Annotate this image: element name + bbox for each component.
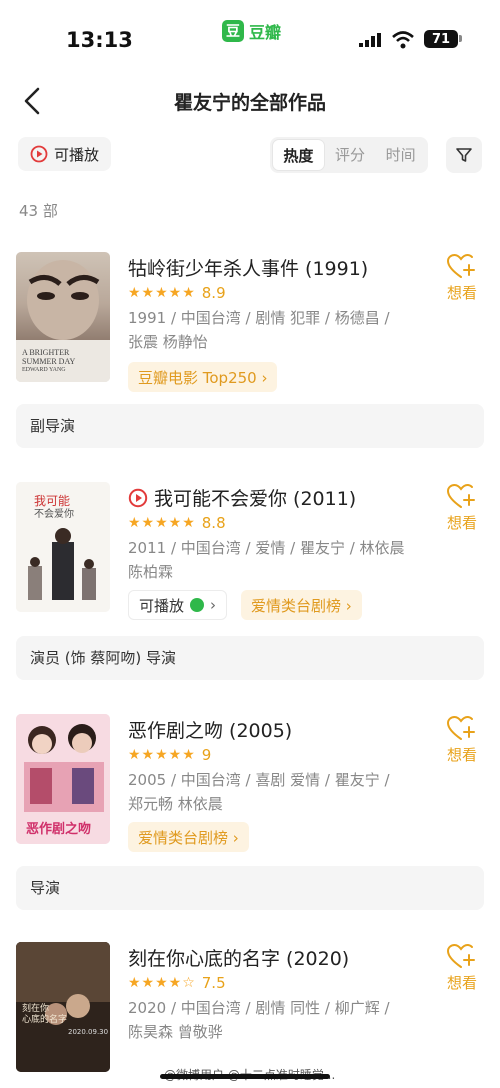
poster-caption: 刻在你: [22, 1004, 50, 1014]
rating-stars: ★★★★☆: [128, 975, 196, 991]
work-title[interactable]: 恶作剧之吻 (2005): [128, 716, 292, 743]
app-badge: 豆 豆瓣: [222, 20, 281, 42]
heart-plus-icon: [447, 944, 475, 968]
filter-button[interactable]: [446, 137, 482, 173]
drama-rank-tag[interactable]: 爱情类台剧榜 ›: [241, 590, 362, 620]
play-circle-icon: [128, 488, 148, 507]
poster-caption: 恶作剧之吻: [26, 822, 92, 837]
rating-score: 8.8: [201, 514, 226, 532]
rating-stars: ★★★★★: [128, 285, 196, 301]
signal-icon: [359, 33, 381, 47]
wish-button[interactable]: 想看: [444, 254, 480, 303]
role-bar: 演员 (饰 蔡阿吻) 导演: [16, 636, 484, 680]
role-bar: 导演: [16, 866, 484, 910]
poster-caption: 2020.09.30: [68, 1028, 109, 1036]
rating-score: 9: [201, 746, 212, 764]
wish-button[interactable]: 想看: [444, 484, 480, 533]
wish-label: 想看: [446, 974, 477, 992]
heart-plus-icon: [447, 716, 475, 740]
tag-label: 豆瓣电影 Top250 ›: [138, 368, 268, 387]
poster-image: 恶作剧之吻: [16, 714, 110, 844]
battery-icon: 71: [424, 30, 458, 48]
work-meta: 1991 / 中国台湾 / 剧情 犯罪 / 杨德昌 / 张震 杨静怡: [128, 309, 390, 351]
poster-image: 刻在你 心底的名字 2020.09.30: [16, 942, 110, 1072]
platform-badge-icon: [190, 598, 205, 612]
rating: ★★★★★ 9: [128, 746, 211, 764]
page-title: 瞿友宁的全部作品: [173, 92, 326, 114]
wifi-icon: [392, 31, 414, 49]
rating: ★★★★★ 8.8: [128, 514, 226, 532]
douban-logo-icon: 豆: [222, 20, 244, 42]
works-count: 43 部: [19, 202, 58, 220]
nav-bar: 瞿友宁的全部作品: [0, 78, 500, 124]
poster-caption: EDWARD YANG: [22, 367, 66, 373]
tag-label: 可播放: [139, 596, 185, 615]
poster-caption: SUMMER DAY: [22, 357, 76, 366]
playable-filter-chip[interactable]: 可播放: [18, 137, 112, 171]
chevron-right-icon: ›: [210, 596, 217, 614]
rating: ★★★★★ 8.9: [128, 284, 226, 302]
rating-score: 8.9: [201, 284, 226, 302]
rating-score: 7.5: [201, 974, 226, 992]
role-bar: 副导演: [16, 404, 484, 448]
heart-plus-icon: [447, 484, 475, 508]
tag-label: 爱情类台剧榜 ›: [138, 828, 239, 847]
poster-caption: 心底的名字: [22, 1015, 68, 1025]
battery-tip: [459, 35, 462, 42]
playable-tag[interactable]: 可播放 ›: [128, 590, 228, 620]
work-title-text: 刻在你心底的名字 (2020): [128, 948, 350, 970]
tab-rating[interactable]: 评分: [325, 139, 376, 171]
work-title-text: 恶作剧之吻 (2005): [128, 720, 293, 742]
playable-label: 可播放: [54, 145, 100, 164]
work-title[interactable]: 我可能不会爱你 (2011): [128, 484, 356, 511]
poster-image: 我可能 不会爱你: [16, 482, 110, 612]
tag-label: 爱情类台剧榜 ›: [251, 596, 352, 615]
rating-stars: ★★★★★: [128, 747, 196, 763]
status-time: 13:13: [66, 28, 133, 52]
heart-plus-icon: [447, 254, 475, 278]
wish-label: 想看: [446, 514, 477, 532]
wish-button[interactable]: 想看: [444, 944, 480, 993]
work-meta: 2005 / 中国台湾 / 喜剧 爱情 / 瞿友宁 / 郑元畅 林依晨: [128, 771, 390, 813]
work-title-text: 牯岭街少年杀人事件 (1991): [128, 258, 369, 280]
work-title[interactable]: 刻在你心底的名字 (2020): [128, 944, 349, 971]
top250-tag[interactable]: 豆瓣电影 Top250 ›: [128, 362, 278, 392]
wish-label: 想看: [446, 746, 477, 764]
funnel-icon: [456, 148, 472, 162]
drama-rank-tag[interactable]: 爱情类台剧榜 ›: [128, 822, 249, 852]
work-meta: 2011 / 中国台湾 / 爱情 / 瞿友宁 / 林依晨 陈柏霖: [128, 539, 405, 581]
poster-caption: 不会爱你: [34, 509, 74, 520]
status-bar: 13:13 豆 豆瓣 71: [0, 0, 500, 66]
rating-stars: ★★★★★: [128, 515, 196, 531]
sort-tabs: 热度 评分 时间: [270, 137, 428, 173]
wish-label: 想看: [446, 284, 477, 302]
tab-hot[interactable]: 热度: [272, 139, 325, 171]
tab-time[interactable]: 时间: [375, 139, 426, 171]
work-title-text: 我可能不会爱你 (2011): [154, 488, 357, 510]
work-title[interactable]: 牯岭街少年杀人事件 (1991): [128, 254, 368, 281]
home-indicator[interactable]: [160, 1074, 330, 1079]
poster-caption: 我可能: [34, 494, 71, 508]
poster-image: A BRIGHTER SUMMER DAY EDWARD YANG: [16, 252, 110, 382]
play-circle-icon: [30, 145, 48, 163]
poster-caption: A BRIGHTER: [22, 348, 70, 357]
work-meta: 2020 / 中国台湾 / 剧情 同性 / 柳广辉 / 陈昊森 曾敬骅: [128, 999, 390, 1041]
app-name: 豆瓣: [249, 23, 282, 42]
wish-button[interactable]: 想看: [444, 716, 480, 765]
rating: ★★★★☆ 7.5: [128, 974, 226, 992]
